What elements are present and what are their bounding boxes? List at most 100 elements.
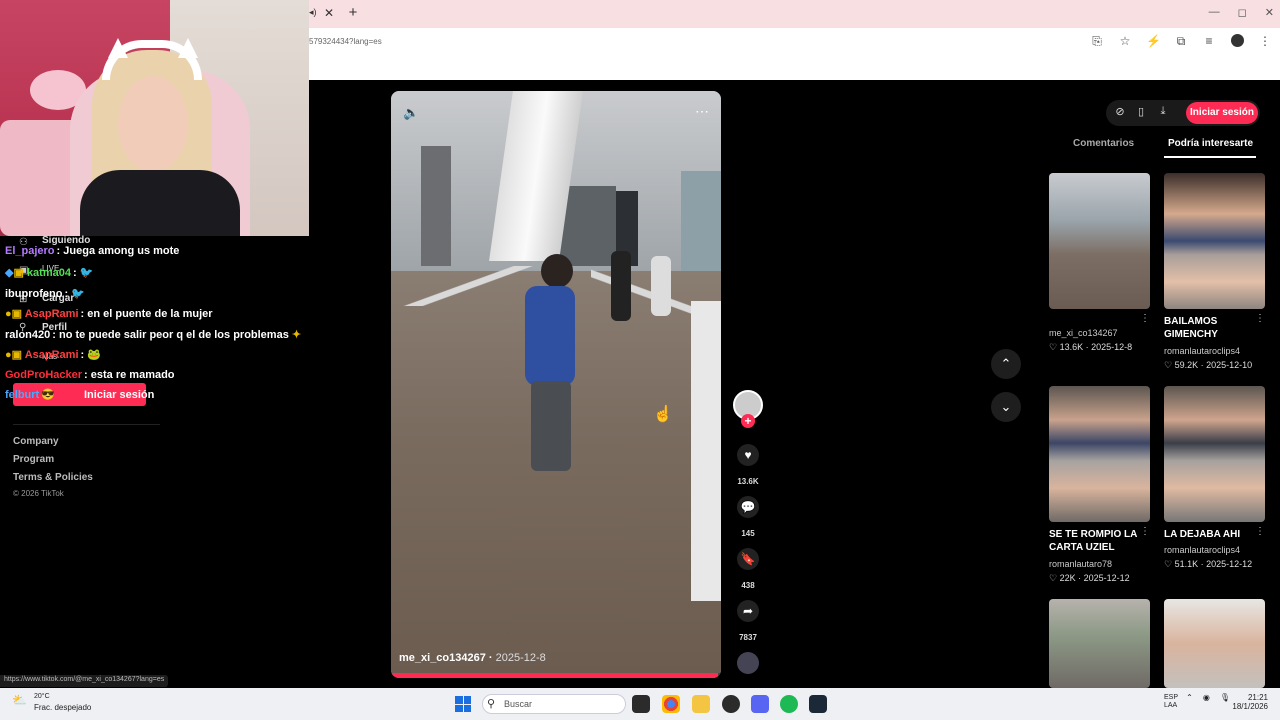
video-thumbnail[interactable] bbox=[1164, 599, 1265, 688]
heart-outline-icon: ♡ bbox=[1049, 342, 1058, 352]
install-app-icon[interactable]: ⎘ bbox=[1090, 34, 1104, 50]
device-icon[interactable]: ▯ bbox=[1133, 105, 1149, 118]
close-window-button[interactable]: ✕ bbox=[1265, 6, 1274, 19]
chat-line: ●▣ AsapRami: en el puente de la mujer bbox=[5, 308, 213, 320]
language-indicator[interactable]: ESP LAA bbox=[1164, 694, 1178, 710]
tray-app-icon[interactable]: ◉ bbox=[1203, 693, 1210, 702]
chat-message: Juega among us mote bbox=[63, 245, 180, 257]
bookmark-icon[interactable]: 🔖 bbox=[737, 548, 759, 570]
tab-comments[interactable]: Comentarios bbox=[1073, 138, 1134, 149]
url-text[interactable]: 579324434?lang=es bbox=[309, 37, 382, 46]
chat-line: ibuprofeno: 🐦 bbox=[5, 288, 85, 300]
menu-kebab-icon[interactable]: ⋮ bbox=[1258, 34, 1272, 50]
discord-icon[interactable] bbox=[751, 695, 769, 713]
volume-icon[interactable]: 🔈 bbox=[403, 105, 419, 121]
share-arrow-icon[interactable]: ➦ bbox=[737, 600, 759, 622]
streamer-body bbox=[80, 170, 240, 236]
video-walker bbox=[611, 251, 631, 321]
tab-close-button[interactable]: ✕ bbox=[322, 6, 336, 20]
card-date: 2025-12-12 bbox=[1083, 573, 1130, 583]
card-likes: 13.6K bbox=[1059, 342, 1084, 352]
card-title[interactable]: SE TE ROMPIO LA CARTA UZIEL bbox=[1049, 528, 1141, 554]
badge-icon: ●▣ bbox=[5, 349, 23, 361]
card-title[interactable]: LA DEJABA AHI bbox=[1164, 528, 1256, 541]
chrome-icon[interactable] bbox=[662, 695, 680, 713]
app-icon[interactable] bbox=[722, 695, 740, 713]
minimize-button[interactable]: — bbox=[1209, 6, 1220, 19]
download-icon[interactable]: ⤓ bbox=[1155, 105, 1171, 118]
comment-icon[interactable]: 💬 bbox=[737, 496, 759, 518]
video-thumbnail[interactable] bbox=[1049, 599, 1150, 688]
card-title[interactable]: BAILAMOS GIMENCHY bbox=[1164, 315, 1256, 341]
save-count: 438 bbox=[741, 581, 755, 590]
share-count: 7837 bbox=[739, 633, 757, 642]
search-placeholder[interactable]: Buscar bbox=[504, 699, 532, 709]
clock[interactable]: 21:21 18/1/2026 bbox=[1222, 693, 1268, 711]
puzzle-icon[interactable]: ⧉ bbox=[1174, 34, 1188, 50]
footer-link-terms[interactable]: Terms & Policies bbox=[13, 472, 93, 483]
coin-icon[interactable]: ⊘ bbox=[1112, 105, 1128, 118]
more-options-icon[interactable]: ⋯ bbox=[695, 103, 709, 120]
video-walker bbox=[651, 256, 671, 316]
card-user[interactable]: romanlautaro78 bbox=[1049, 559, 1112, 569]
spotify-icon[interactable] bbox=[780, 695, 798, 713]
bridge-wall bbox=[691, 301, 721, 601]
card-more-icon[interactable]: ⋮ bbox=[1140, 313, 1150, 324]
mouse-cursor-icon: ☝ bbox=[653, 406, 673, 423]
card-more-icon[interactable]: ⋮ bbox=[1255, 526, 1265, 537]
active-tab-indicator bbox=[1164, 156, 1256, 158]
task-view-icon[interactable] bbox=[632, 695, 650, 713]
chat-user: AsapRami bbox=[24, 308, 79, 320]
video-player[interactable]: 🔈 ⋯ me_xi_co134267 · 2025-12-8 bbox=[391, 91, 721, 678]
video-thumbnail[interactable] bbox=[1164, 386, 1265, 522]
card-more-icon[interactable]: ⋮ bbox=[1255, 313, 1265, 324]
profile-avatar-icon[interactable] bbox=[1230, 34, 1244, 50]
bookmark-star-icon[interactable]: ☆ bbox=[1118, 34, 1132, 50]
previous-video-chevron-up-icon[interactable]: ⌃ bbox=[991, 349, 1021, 379]
chat-line: felburt 😎 bbox=[5, 388, 55, 401]
card-stats: ♡ 22K · 2025-12-12 bbox=[1049, 573, 1130, 583]
card-user[interactable]: romanlautaroclips4 bbox=[1164, 346, 1240, 356]
cat-ear-left bbox=[108, 38, 128, 58]
windows-start-icon[interactable] bbox=[455, 696, 471, 712]
next-video-chevron-down-icon[interactable]: ⌄ bbox=[991, 392, 1021, 422]
video-author[interactable]: me_xi_co134267 bbox=[399, 652, 486, 664]
video-thumbnail[interactable] bbox=[1164, 173, 1265, 309]
steam-icon[interactable] bbox=[809, 695, 827, 713]
like-heart-icon[interactable]: ♥ bbox=[737, 444, 759, 466]
dancer-legs bbox=[531, 381, 571, 471]
card-user[interactable]: me_xi_co134267 bbox=[1049, 328, 1118, 338]
webcam-overlay bbox=[0, 0, 309, 236]
weather-icon[interactable]: ⛅ bbox=[12, 693, 27, 707]
heart-outline-icon: ♡ bbox=[1164, 559, 1173, 569]
comment-count: 145 bbox=[741, 529, 755, 538]
login-button-label[interactable]: Iniciar sesión bbox=[84, 389, 154, 401]
reading-list-icon[interactable]: ≡ bbox=[1202, 34, 1216, 50]
video-thumbnail[interactable] bbox=[1049, 386, 1150, 522]
heart-outline-icon: ♡ bbox=[1049, 573, 1058, 583]
weather-desc[interactable]: Frac. despejado bbox=[34, 703, 91, 712]
video-caption: me_xi_co134267 · 2025-12-8 bbox=[399, 652, 546, 664]
extension-icon[interactable]: ⚡ bbox=[1146, 34, 1161, 50]
weather-temp[interactable]: 20°C bbox=[34, 693, 50, 700]
music-disc-icon[interactable] bbox=[737, 652, 759, 674]
window-controls: — ◻ ✕ bbox=[1209, 6, 1274, 19]
login-button-right[interactable]: Iniciar sesión bbox=[1186, 102, 1258, 124]
follow-plus-icon[interactable]: + bbox=[741, 414, 755, 428]
footer-link-program[interactable]: Program bbox=[13, 454, 54, 465]
video-thumbnail[interactable] bbox=[1049, 173, 1150, 309]
card-date: 2025-12-12 bbox=[1206, 559, 1253, 569]
footer-link-company[interactable]: Company bbox=[13, 436, 59, 447]
cat-ear-right bbox=[178, 38, 198, 58]
chat-user: ralon420 bbox=[5, 329, 51, 341]
emote-icon: 🐦 bbox=[79, 267, 94, 279]
card-likes: 51.1K bbox=[1174, 559, 1199, 569]
chat-user: El_pajero bbox=[5, 245, 55, 257]
file-explorer-icon[interactable] bbox=[692, 695, 710, 713]
card-user[interactable]: romanlautaroclips4 bbox=[1164, 545, 1240, 555]
new-tab-button[interactable]: + bbox=[346, 5, 360, 21]
tray-chevron-up-icon[interactable]: ⌃ bbox=[1186, 693, 1193, 702]
card-more-icon[interactable]: ⋮ bbox=[1140, 526, 1150, 537]
maximize-button[interactable]: ◻ bbox=[1238, 6, 1247, 19]
tab-may-interest[interactable]: Podría interesarte bbox=[1168, 138, 1253, 149]
